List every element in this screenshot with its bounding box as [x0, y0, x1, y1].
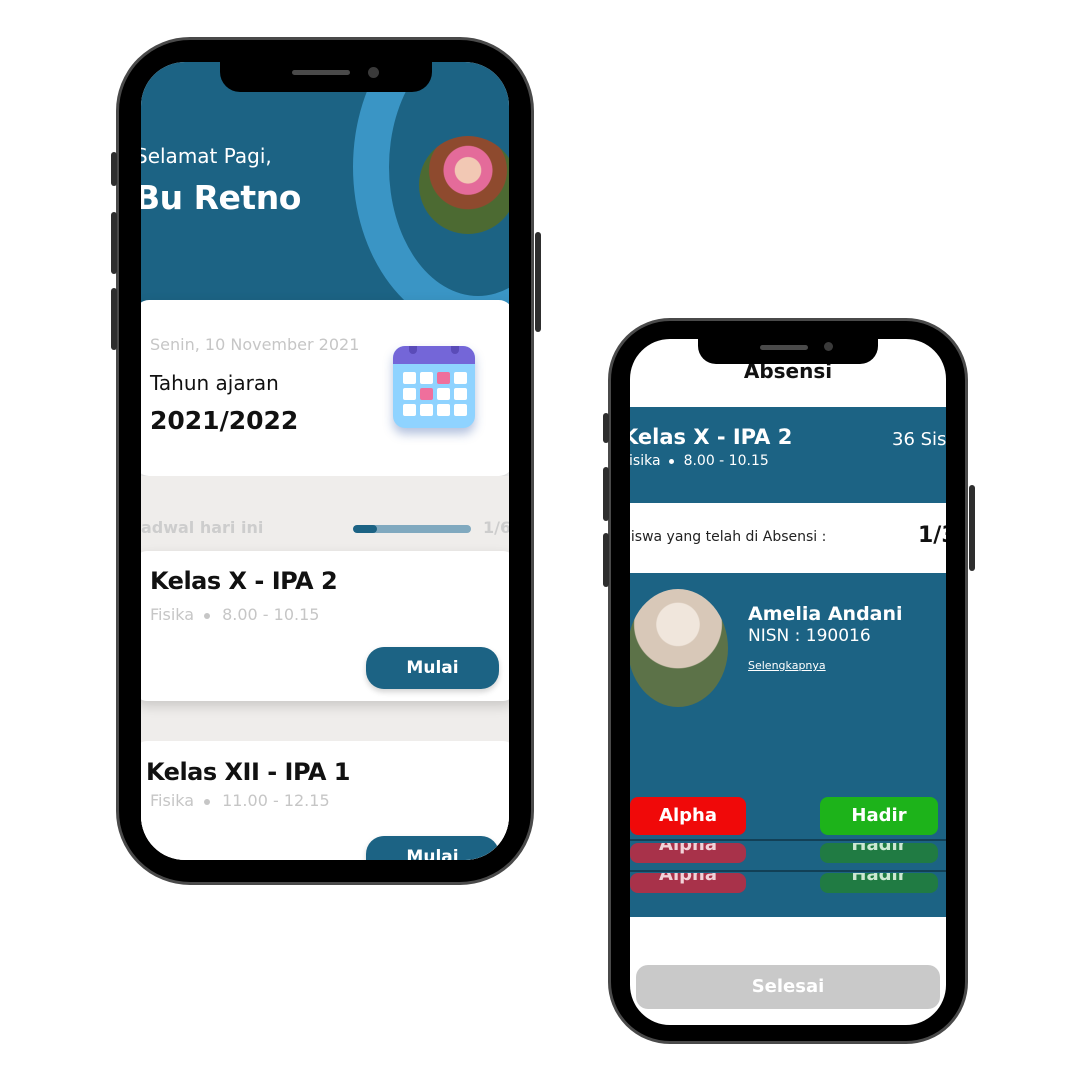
student-name: Amelia Andani	[748, 603, 903, 625]
class-subject: Fisika	[150, 791, 195, 810]
attendance-counter: Siswa yang telah di Absensi : 1/36	[630, 503, 946, 573]
schedule-progress-text: 1/6	[483, 518, 509, 537]
class-name: Kelas XII - IPA 1	[146, 758, 351, 786]
class-name: Kelas X - IPA 2	[150, 567, 338, 595]
front-camera	[368, 67, 379, 78]
class-time: 8.00 - 10.15	[683, 453, 769, 469]
class-name: Kelas X - IPA 2	[630, 425, 793, 449]
hadir-button-stacked: Hadir	[820, 843, 938, 863]
class-info-bar: Kelas X - IPA 2 Fisika 8.00 - 10.15 36 Si…	[630, 407, 946, 503]
home-screen: Selamat Pagi, Bu Retno Senin, 10 Novembe…	[141, 62, 509, 860]
volume-up-button	[111, 212, 117, 274]
separator-dot	[204, 798, 211, 805]
student-nisn: NISN : 190016	[748, 626, 871, 646]
teacher-name: Bu Retno	[141, 178, 301, 217]
volume-down-button	[603, 533, 609, 587]
mute-switch	[603, 413, 609, 443]
power-button	[969, 485, 975, 571]
notch	[220, 62, 432, 92]
academic-year-value: 2021/2022	[150, 406, 299, 435]
mute-switch	[111, 152, 117, 186]
calendar-icon	[393, 346, 475, 428]
current-date: Senin, 10 November 2021	[150, 335, 360, 354]
class-time: 11.00 - 12.15	[222, 791, 330, 810]
finish-button[interactable]: Selesai	[636, 965, 940, 1009]
start-class-button[interactable]: Mulai	[366, 836, 499, 860]
class-details: Fisika 8.00 - 10.15	[150, 605, 319, 624]
separator-dot	[204, 612, 211, 619]
separator-dot	[668, 458, 674, 464]
class-card: Kelas XII - IPA 1 Fisika 11.00 - 12.15 Mu…	[141, 741, 509, 860]
attended-count: 1/36	[918, 523, 946, 548]
card-edge	[630, 839, 946, 841]
student-count: 36 Siswa	[892, 429, 946, 450]
card-edge	[630, 870, 946, 872]
schedule-progress-bar	[353, 525, 471, 533]
teacher-avatar[interactable]	[419, 136, 509, 234]
power-button	[535, 232, 541, 332]
attendance-screen: Absensi Kelas X - IPA 2 Fisika8.00 - 10.…	[630, 339, 946, 1025]
phone-home: Selamat Pagi, Bu Retno Senin, 10 Novembe…	[111, 37, 541, 885]
student-card: Amelia Andani NISN : 190016 Selengkapnya…	[630, 573, 946, 917]
phone-attendance: Absensi Kelas X - IPA 2 Fisika8.00 - 10.…	[603, 318, 975, 1044]
class-details: Fisika 8.00 - 10.15	[630, 453, 769, 469]
student-avatar	[630, 589, 728, 707]
start-class-button[interactable]: Mulai	[366, 647, 499, 689]
notch	[698, 339, 878, 364]
academic-year-label: Tahun ajaran	[150, 371, 279, 395]
greeting-text: Selamat Pagi,	[141, 144, 272, 168]
class-subject: Fisika	[630, 453, 661, 469]
speaker	[760, 345, 808, 350]
academic-year-card: Senin, 10 November 2021 Tahun ajaran 202…	[141, 300, 509, 476]
volume-down-button	[111, 288, 117, 350]
schedule-progress-fill	[353, 525, 377, 533]
front-camera	[824, 342, 833, 351]
class-card: Kelas X - IPA 2 Fisika 8.00 - 10.15 Mulai	[141, 551, 509, 701]
alpha-button-stacked: Alpha	[630, 873, 746, 893]
hadir-button[interactable]: Hadir	[820, 797, 938, 835]
class-details: Fisika 11.00 - 12.15	[150, 791, 330, 810]
class-time: 8.00 - 10.15	[222, 605, 320, 624]
greeting-header: Selamat Pagi, Bu Retno	[141, 62, 509, 332]
class-subject: Fisika	[150, 605, 195, 624]
volume-up-button	[603, 467, 609, 521]
speaker	[292, 70, 350, 75]
hadir-button-stacked: Hadir	[820, 873, 938, 893]
attended-label: Siswa yang telah di Absensi :	[630, 529, 827, 545]
alpha-button-stacked: Alpha	[630, 843, 746, 863]
schedule-label: Jadwal hari ini	[141, 518, 264, 537]
student-details-link[interactable]: Selengkapnya	[748, 659, 826, 672]
alpha-button[interactable]: Alpha	[630, 797, 746, 835]
